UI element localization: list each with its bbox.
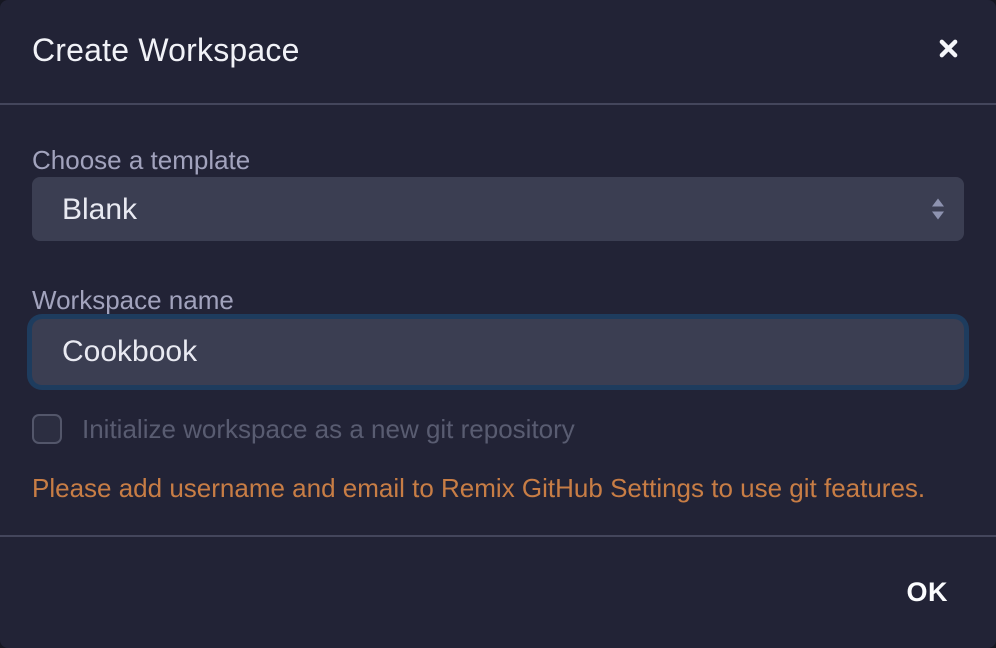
close-icon <box>938 47 959 62</box>
template-select[interactable]: Blank <box>32 177 964 241</box>
git-settings-warning: Please add username and email to Remix G… <box>32 471 964 505</box>
git-checkbox-row: Initialize workspace as a new git reposi… <box>32 413 964 445</box>
template-label: Choose a template <box>32 143 964 177</box>
git-init-checkbox-label: Initialize workspace as a new git reposi… <box>82 413 575 445</box>
dialog-header: Create Workspace <box>0 0 996 105</box>
dialog-body: Choose a template Blank Workspace name I… <box>0 105 996 535</box>
ok-button[interactable]: OK <box>895 575 961 610</box>
dialog-title: Create Workspace <box>32 31 300 69</box>
git-init-checkbox[interactable] <box>32 414 62 444</box>
template-select-wrap: Blank <box>32 177 964 241</box>
workspace-name-label: Workspace name <box>32 283 964 317</box>
close-button[interactable] <box>932 32 965 65</box>
create-workspace-dialog: Create Workspace Choose a template Blank… <box>0 0 996 648</box>
dialog-footer: OK <box>0 535 996 648</box>
workspace-name-input[interactable] <box>32 319 964 385</box>
